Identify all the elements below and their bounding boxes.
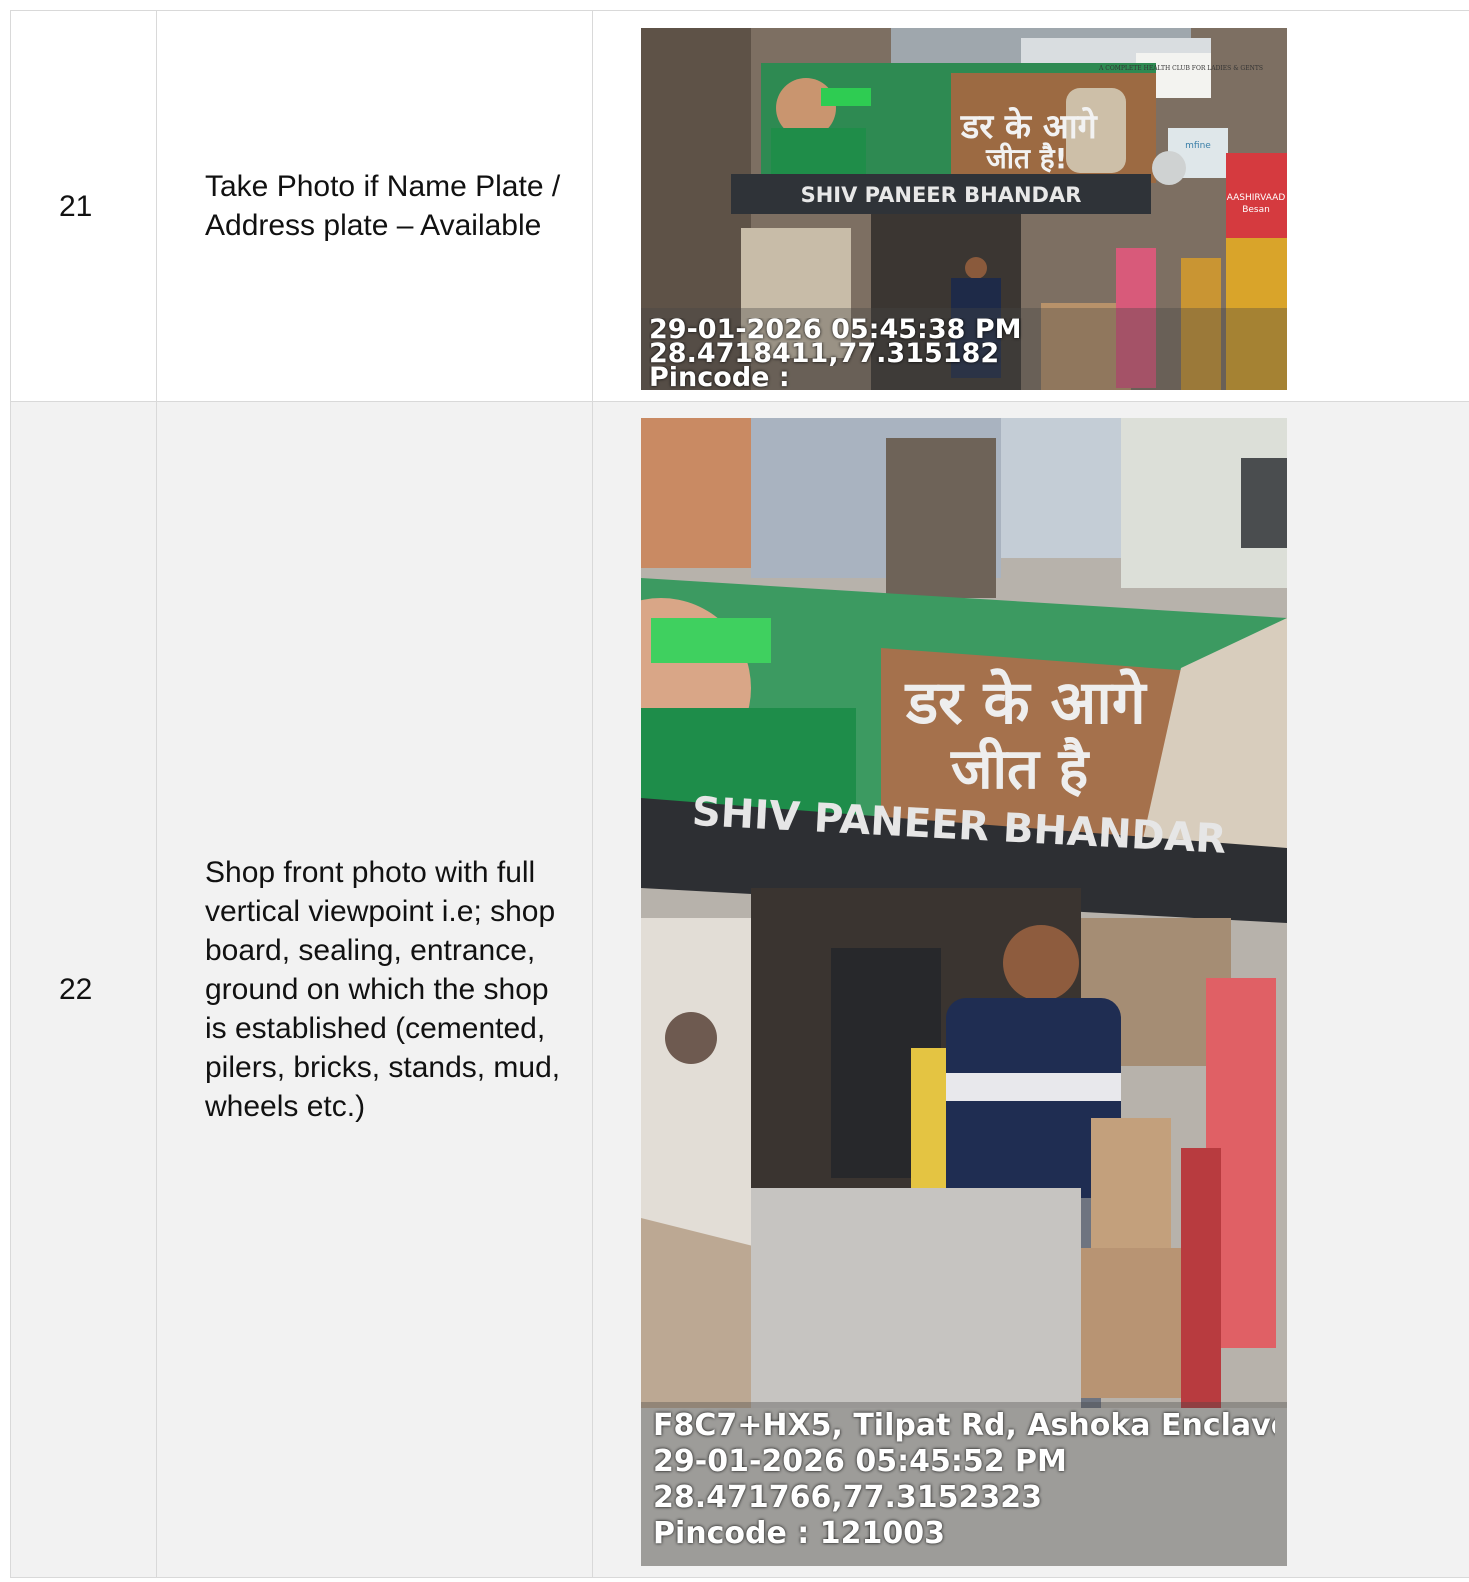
stamp-pincode: Pincode : — [649, 366, 790, 390]
report-sheet: 21 Take Photo if Name Plate / Address pl… — [10, 10, 1469, 1578]
row-number: 21 — [10, 10, 157, 402]
photo-cell: डर के आगे जीत है SHIV PANEER BHANDAR F8C… — [592, 401, 1469, 1578]
name-plate-photo[interactable]: डर के आगे जीत है! SHIV PANEER BHANDAR A … — [641, 28, 1287, 390]
svg-text:Besan: Besan — [1242, 205, 1270, 215]
svg-text:जीत है!: जीत है! — [985, 142, 1067, 175]
stamp-coordinates: 28.4718411,77.315182 — [649, 342, 1000, 366]
svg-text:AASHIRVAAD: AASHIRVAAD — [1227, 193, 1286, 203]
photo-shop-name: SHIV PANEER BHANDAR — [801, 183, 1082, 207]
checklist-table: 21 Take Photo if Name Plate / Address pl… — [10, 10, 1469, 1578]
stamp-datetime: 29-01-2026 05:45:38 PM — [649, 318, 1022, 342]
row-number: 22 — [10, 401, 157, 1578]
svg-text:डर के आगे: डर के आगे — [960, 106, 1099, 147]
svg-text:जीत है: जीत है — [950, 736, 1090, 802]
stamp-datetime: 29-01-2026 05:45:52 PM — [653, 1444, 1067, 1479]
svg-text:mfine: mfine — [1185, 141, 1211, 151]
photo-cell: डर के आगे जीत है! SHIV PANEER BHANDAR A … — [592, 10, 1469, 402]
shop-front-photo[interactable]: डर के आगे जीत है SHIV PANEER BHANDAR F8C… — [641, 418, 1287, 1566]
table-row: 21 Take Photo if Name Plate / Address pl… — [10, 10, 1469, 402]
table-row: 22 Shop front photo with full vertical v… — [10, 401, 1469, 1578]
svg-text:डर के आगे: डर के आगे — [904, 668, 1148, 738]
row-description: Shop front photo with full vertical view… — [156, 401, 593, 1578]
stamp-coordinates: 28.471766,77.3152323 — [653, 1480, 1043, 1515]
photo-stamp: 29-01-2026 05:45:38 PM 28.4718411,77.315… — [641, 308, 1287, 390]
photo-stamp: F8C7+HX5, Tilpat Rd, Ashoka Enclave, As … — [641, 1402, 1287, 1566]
row-description: Take Photo if Name Plate / Address plate… — [156, 10, 593, 402]
svg-text:A COMPLETE HEALTH CLUB FOR LAD: A COMPLETE HEALTH CLUB FOR LADIES & GENT… — [1098, 65, 1263, 72]
stamp-pincode: Pincode : 121003 — [653, 1516, 945, 1551]
stamp-address: F8C7+HX5, Tilpat Rd, Ashoka Enclave, As — [653, 1408, 1275, 1443]
shop-front-image: डर के आगे जीत है SHIV PANEER BHANDAR — [641, 418, 1287, 1566]
